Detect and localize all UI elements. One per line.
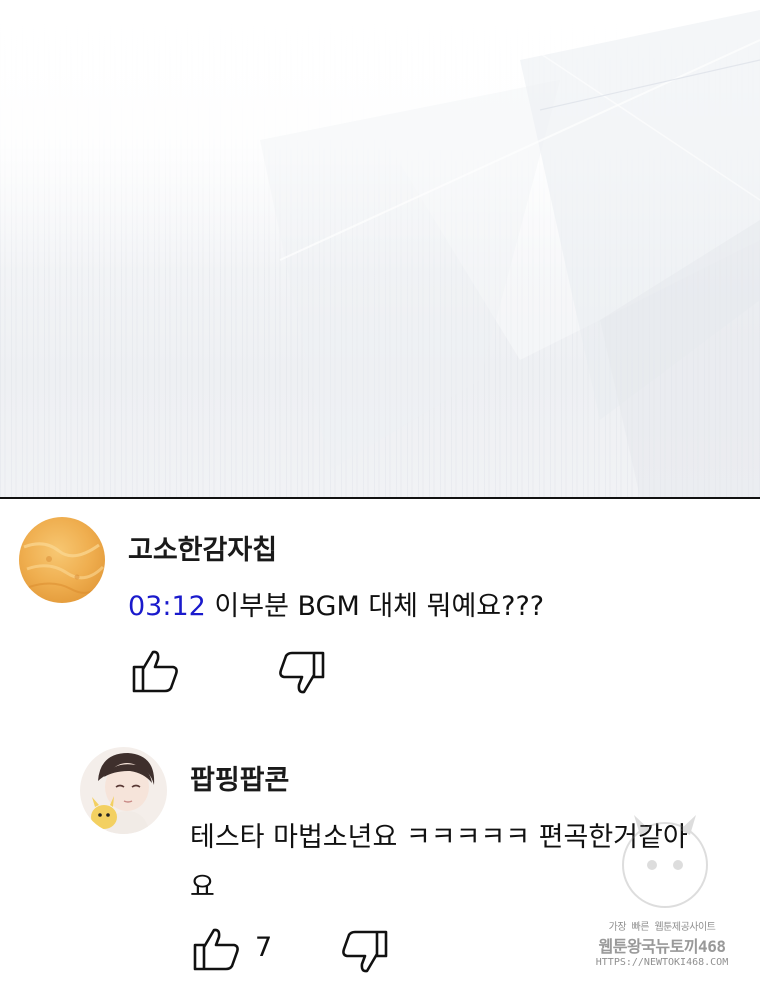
dislike-button[interactable] xyxy=(276,651,326,699)
watermark-mascot-icon xyxy=(622,815,708,908)
like-button[interactable] xyxy=(131,649,181,697)
like-count: 7 xyxy=(255,932,273,963)
reply-dislike-button[interactable] xyxy=(339,930,389,978)
comment-author[interactable]: 고소한감자칩 xyxy=(128,528,277,567)
timestamp-link[interactable]: 03:12 xyxy=(128,591,206,622)
watermark-line1: 가장 빠른 웹툰제공사이트 xyxy=(608,922,716,933)
thumbs-up-icon xyxy=(132,650,178,693)
commenter-avatar[interactable] xyxy=(19,517,105,603)
reply-like-button[interactable] xyxy=(192,927,242,975)
watermark-line3: HTTPS://NEWTOKI468.COM xyxy=(595,957,729,968)
background-banner xyxy=(0,0,760,497)
reply-text-line2: 요 xyxy=(190,872,215,903)
comment-body: 이부분 BGM 대체 뭐예요??? xyxy=(205,591,545,622)
section-divider xyxy=(0,497,760,499)
reply-avatar[interactable] xyxy=(80,747,167,834)
faceted-light-graphic xyxy=(260,0,760,497)
thumbs-down-icon xyxy=(342,930,388,973)
site-watermark: 가장 빠른 웹툰제공사이트 웹툰왕국뉴토끼468 HTTPS://NEWTOKI… xyxy=(594,918,730,982)
reply-author[interactable]: 팝핑팝콘 xyxy=(190,758,289,797)
thumbs-down-icon xyxy=(279,651,325,694)
watermark-line2: 웹툰왕국뉴토끼468 xyxy=(598,937,726,956)
comment-text: 03:12 이부분 BGM 대체 뭐예요??? xyxy=(128,584,544,630)
thumbs-up-icon xyxy=(193,928,239,971)
